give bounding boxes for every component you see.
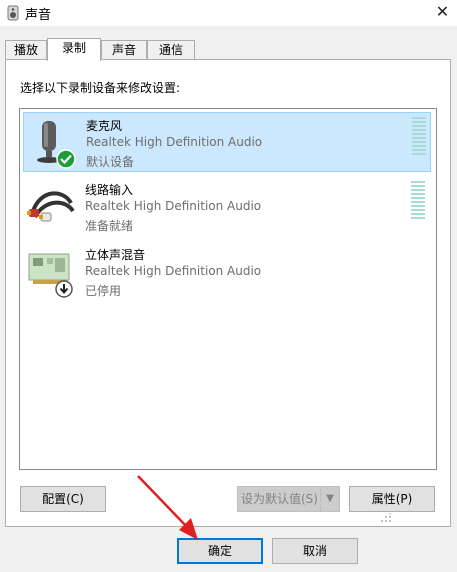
device-driver: Realtek High Definition Audio: [85, 264, 262, 278]
level-meter: [411, 181, 425, 221]
set-default-label: 设为默认值(S): [241, 492, 318, 506]
device-driver: Realtek High Definition Audio: [85, 199, 262, 213]
cancel-button[interactable]: 取消: [272, 538, 358, 564]
configure-button[interactable]: 配置(C): [20, 486, 106, 512]
device-status: 准备就绪: [85, 219, 134, 233]
resize-grip-icon: [381, 513, 391, 522]
tab-communications[interactable]: 通信: [147, 40, 195, 60]
set-default-button: 设为默认值(S) ▼: [237, 486, 340, 512]
window-title: 声音: [25, 8, 52, 23]
device-list[interactable]: 麦克风 Realtek High Definition Audio 默认设备 线…: [19, 108, 437, 470]
device-name: 立体声混音: [85, 248, 146, 262]
close-button[interactable]: ✕: [428, 0, 457, 24]
device-name: 麦克风: [86, 119, 123, 133]
instruction-text: 选择以下录制设备来修改设置:: [20, 81, 181, 95]
disabled-arrow-badge-icon: [55, 280, 73, 298]
tab-sounds[interactable]: 声音: [101, 40, 147, 60]
device-status: 默认设备: [86, 155, 135, 169]
chevron-down-icon: ▼: [320, 487, 339, 511]
device-status: 已停用: [85, 284, 122, 298]
default-check-badge-icon: [56, 149, 76, 169]
device-item-microphone[interactable]: 麦克风 Realtek High Definition Audio 默认设备: [23, 112, 431, 172]
speaker-icon: [7, 5, 19, 21]
level-meter: [412, 117, 426, 157]
tab-playback[interactable]: 播放: [5, 40, 47, 60]
recording-panel: 选择以下录制设备来修改设置: 麦克风 Realtek High Definiti…: [5, 59, 451, 527]
device-item-line-in[interactable]: 线路输入 Realtek High Definition Audio 准备就绪: [23, 177, 431, 237]
tab-recording[interactable]: 录制: [47, 38, 101, 61]
ok-button[interactable]: 确定: [177, 538, 263, 564]
device-item-stereo-mix[interactable]: 立体声混音 Realtek High Definition Audio 已停用: [23, 242, 431, 302]
device-driver: Realtek High Definition Audio: [86, 135, 263, 149]
line-in-cable-icon: [27, 191, 75, 222]
device-name: 线路输入: [85, 183, 134, 197]
properties-button[interactable]: 属性(P): [349, 486, 435, 512]
title-bar: 声音 ✕: [0, 0, 457, 26]
